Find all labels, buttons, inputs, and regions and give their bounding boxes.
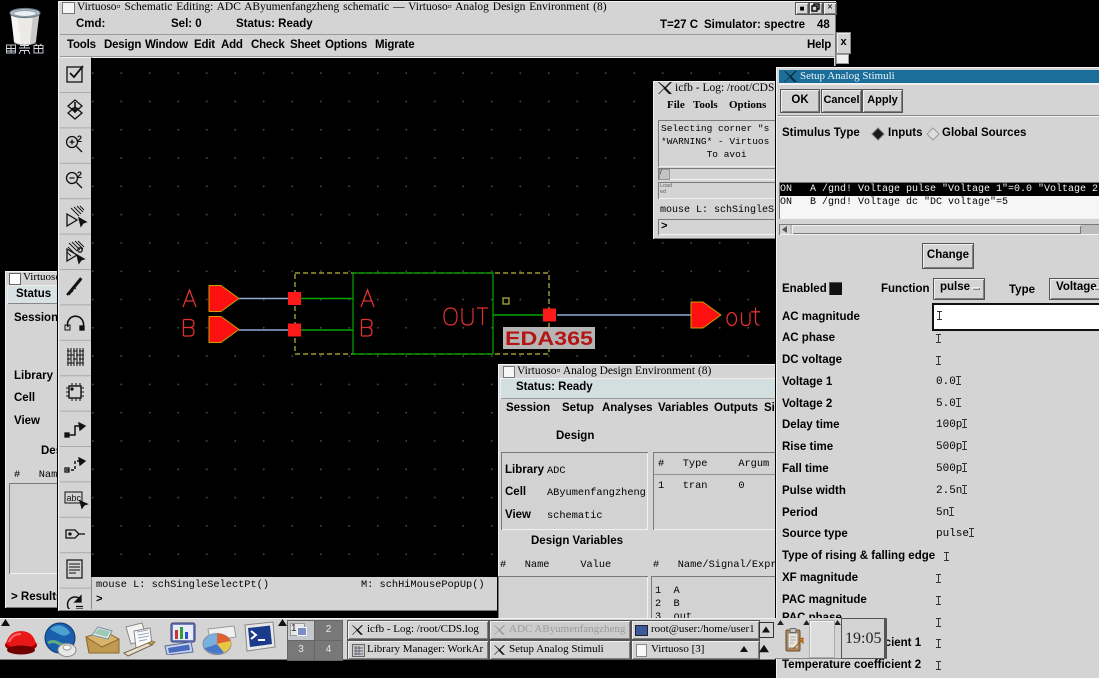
svg-text:2: 2 bbox=[77, 134, 82, 144]
svg-text:EDA365: EDA365 bbox=[505, 329, 594, 350]
svg-text:2: 2 bbox=[77, 170, 82, 180]
svg-text:abc: abc bbox=[67, 493, 82, 503]
